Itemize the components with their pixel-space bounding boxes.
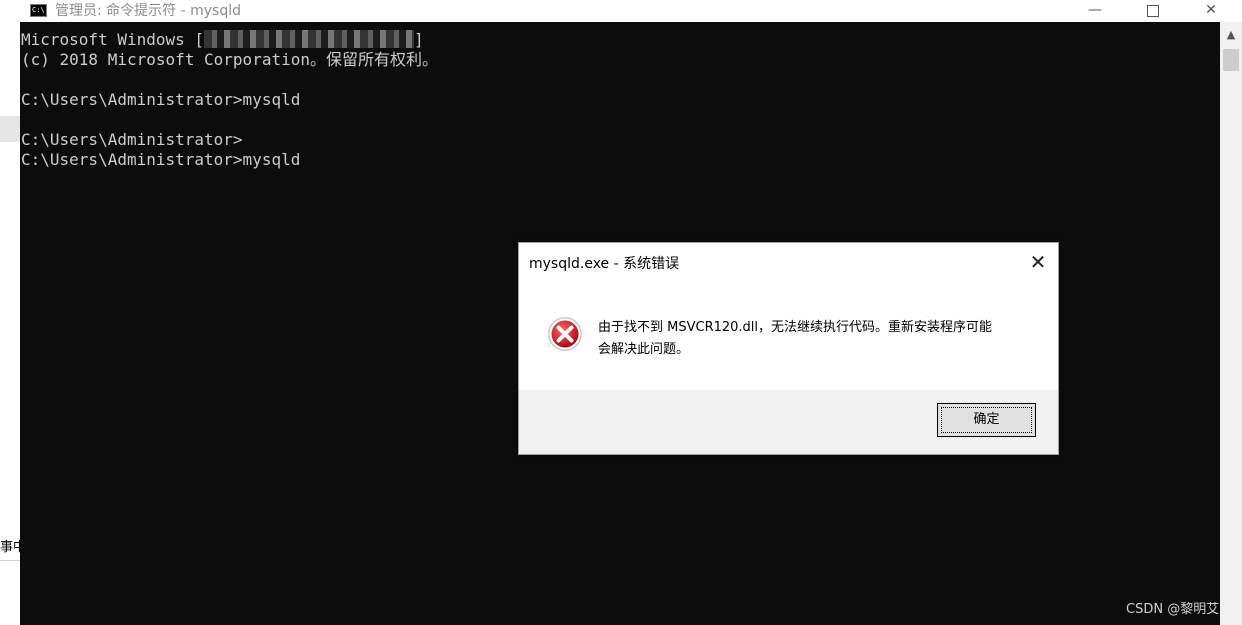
error-icon	[548, 317, 582, 351]
console-line: C:\Users\Administrator>	[21, 130, 243, 149]
console-line: C:\Users\Administrator>mysqld	[21, 150, 301, 169]
scroll-thumb[interactable]	[1223, 49, 1239, 71]
background-divider	[0, 560, 20, 561]
console-line: (c) 2018 Microsoft Corporation。保留所有权利。	[21, 50, 438, 69]
console-scrollbar[interactable]: ▲	[1220, 22, 1242, 625]
maximize-icon	[1147, 5, 1159, 17]
background-window-strip: 事中	[0, 20, 20, 625]
background-partial-text: 事中	[0, 540, 20, 555]
watermark: CSDN @黎明艾	[1126, 602, 1220, 617]
close-button[interactable]: ✕	[1182, 0, 1240, 22]
cmd-icon: C:\	[30, 4, 47, 17]
dialog-close-button[interactable]: ✕	[1025, 249, 1051, 275]
dialog-message-line: 会解决此问题。	[598, 342, 690, 357]
redacted-version	[204, 30, 415, 48]
error-dialog: mysqld.exe - 系统错误 ✕ 由于找不到 MSVCR120.dll，无…	[518, 242, 1059, 455]
dialog-message: 由于找不到 MSVCR120.dll，无法继续执行代码。重新安装程序可能 会解决…	[598, 317, 1038, 361]
maximize-button[interactable]	[1124, 0, 1182, 22]
redaction-bracket: ]	[414, 30, 424, 49]
window-title: 管理员: 命令提示符 - mysqld	[55, 3, 241, 19]
ok-button[interactable]: 确定	[937, 403, 1036, 437]
background-selected-row	[0, 116, 20, 142]
minimize-button[interactable]: —	[1066, 0, 1124, 22]
dialog-title: mysqld.exe - 系统错误	[529, 256, 680, 272]
console-titlebar[interactable]: C:\ 管理员: 命令提示符 - mysqld — ✕	[20, 0, 1242, 22]
scroll-up-icon[interactable]: ▲	[1220, 26, 1242, 44]
console-line: C:\Users\Administrator>mysqld	[21, 90, 301, 109]
redaction-bracket: [	[194, 30, 205, 49]
dialog-message-line: 由于找不到 MSVCR120.dll，无法继续执行代码。重新安装程序可能	[598, 320, 993, 335]
dialog-footer: 确定	[519, 390, 1058, 454]
console-line: Microsoft Windows	[21, 30, 195, 49]
